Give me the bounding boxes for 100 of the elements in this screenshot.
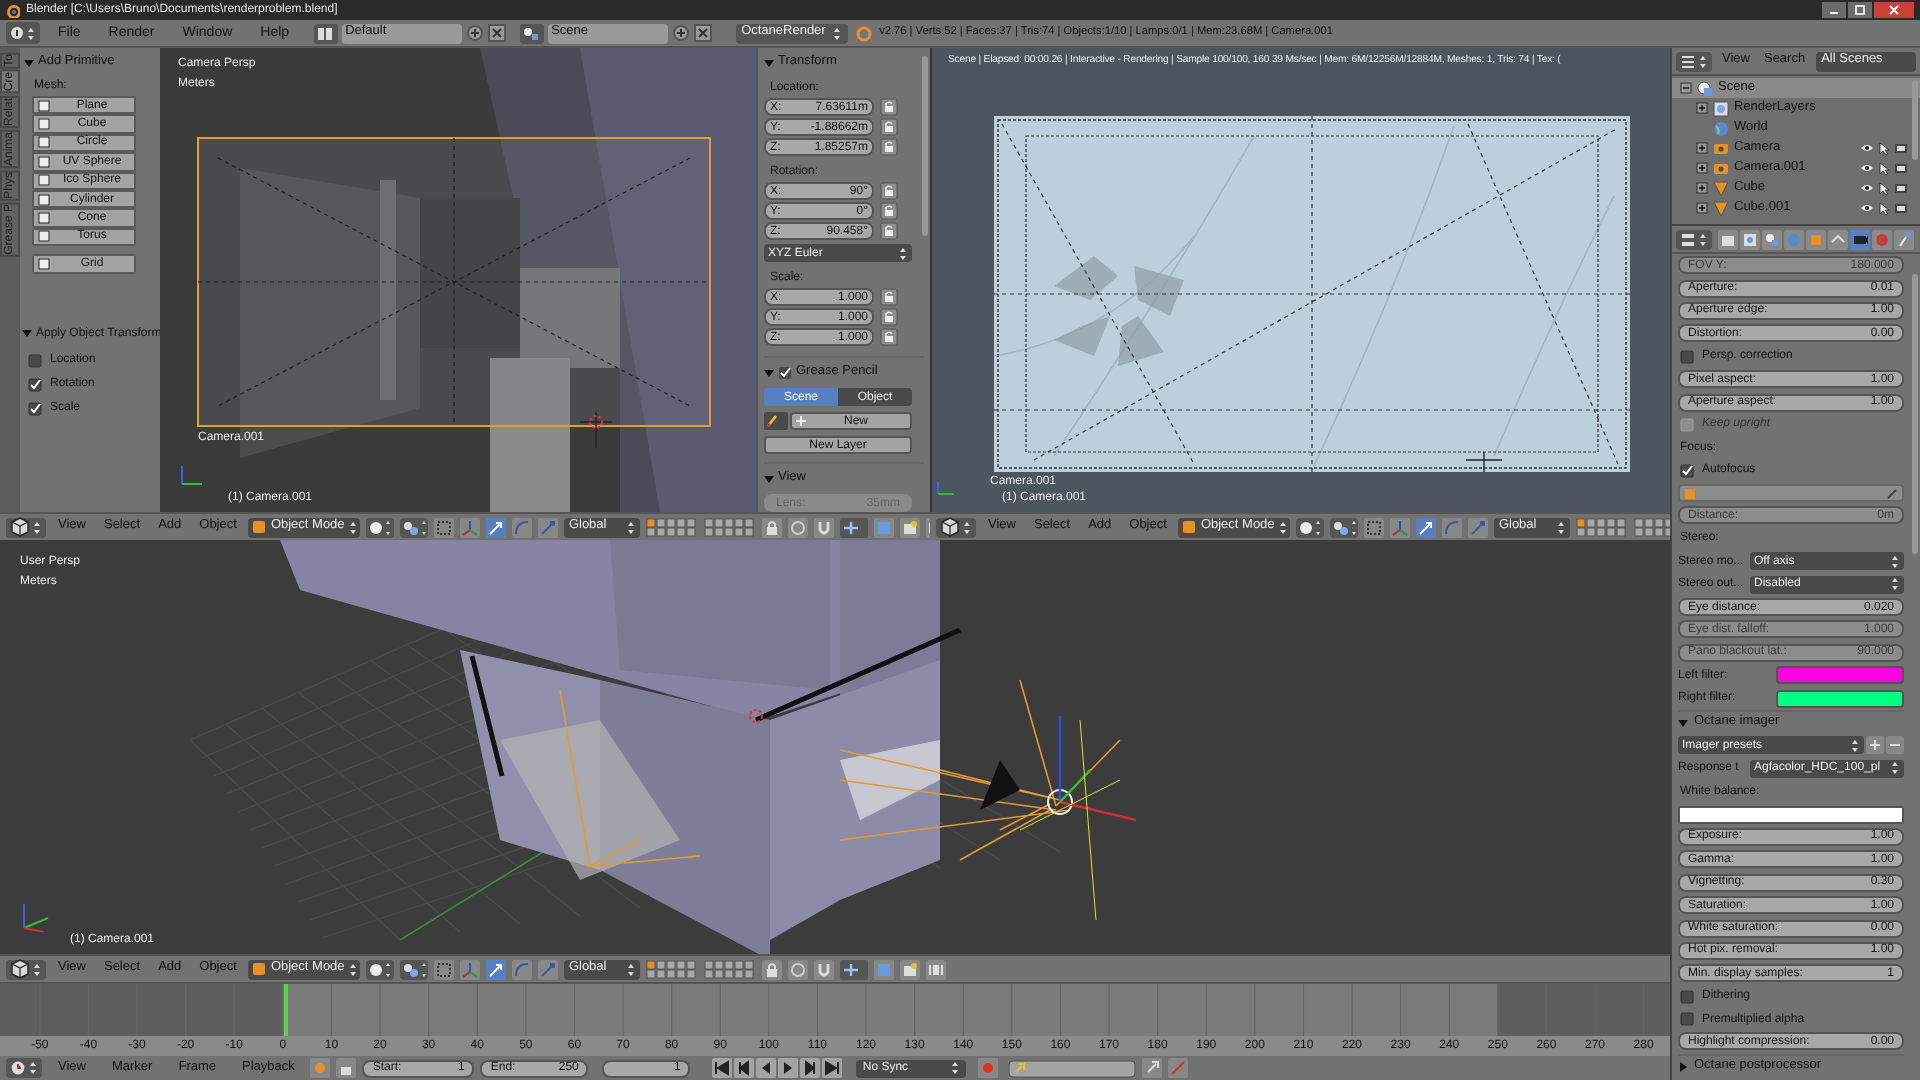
editor-type-button[interactable] [1676, 229, 1712, 249]
add-preset-icon[interactable] [1866, 736, 1884, 755]
move-arrow-icon[interactable] [1416, 517, 1437, 537]
expand-toggle-icon[interactable] [1696, 202, 1708, 214]
color-swatch[interactable] [1678, 805, 1904, 824]
editor-type-button[interactable] [936, 517, 976, 537]
snap-element-icon[interactable] [840, 959, 869, 980]
collapsed-triangle-icon[interactable] [1678, 1061, 1688, 1072]
minimize-icon[interactable] [1822, 2, 1846, 18]
scrollbar[interactable] [1912, 80, 1918, 160]
expanded-triangle-icon[interactable] [764, 474, 774, 484]
render-layers-icon[interactable] [1740, 229, 1760, 249]
updown-icon [1890, 760, 1900, 777]
cube-icon [252, 520, 267, 534]
editor-type-button[interactable] [1676, 51, 1712, 71]
layout-icon[interactable] [313, 23, 338, 43]
updown-icon [626, 519, 637, 535]
snap-element-icon[interactable] [840, 517, 869, 537]
proportional-edit-icon[interactable] [788, 517, 809, 537]
checkbox[interactable] [28, 353, 42, 367]
proportional-edit-icon[interactable] [788, 959, 809, 980]
select-box-icon[interactable] [434, 959, 455, 980]
select-box-icon[interactable] [1364, 517, 1385, 537]
expanded-triangle-icon[interactable] [22, 328, 32, 338]
layer-grid[interactable] [646, 959, 699, 980]
layer-grid[interactable] [646, 517, 699, 537]
expand-toggle-icon[interactable] [1696, 182, 1708, 194]
opengl-render-icon[interactable] [900, 959, 921, 980]
add-icon[interactable] [671, 24, 690, 42]
scrollbar[interactable] [922, 56, 928, 236]
pivot-icon[interactable] [1330, 517, 1359, 537]
expanded-triangle-icon[interactable] [24, 58, 34, 68]
updown-icon [898, 245, 908, 261]
checkbox[interactable] [1680, 463, 1694, 478]
scene-icon [1696, 79, 1714, 97]
updown-icon [1278, 519, 1289, 535]
scene-icon[interactable] [519, 23, 544, 43]
move-arrow-icon[interactable] [486, 959, 507, 980]
close-icon[interactable] [1874, 2, 1914, 18]
move-arrow-icon[interactable] [486, 517, 507, 537]
pivot-icon[interactable] [400, 517, 429, 537]
eye-icon[interactable] [1860, 182, 1874, 194]
list-icon [1680, 53, 1696, 69]
eye-icon[interactable] [1860, 142, 1874, 154]
checkbox[interactable] [1680, 989, 1694, 1004]
updown-icon [831, 25, 842, 41]
close-icon[interactable] [487, 24, 506, 42]
expand-toggle-icon[interactable] [1696, 102, 1708, 114]
expand-toggle-icon[interactable] [1680, 82, 1692, 94]
eye-icon[interactable] [1860, 202, 1874, 214]
axis-gizmo-icon [936, 476, 956, 496]
editor-type-button[interactable] [6, 22, 40, 44]
play-icon[interactable] [778, 1058, 799, 1079]
updown-icon [626, 961, 637, 978]
editor-type-button[interactable] [6, 959, 46, 980]
layer-grid[interactable] [1576, 517, 1629, 537]
maximize-icon[interactable] [1848, 2, 1872, 18]
updown-icon [28, 1060, 38, 1077]
snap-magnet-icon[interactable] [814, 517, 835, 537]
editor-type-button[interactable] [6, 1058, 42, 1079]
remove-preset-icon[interactable] [1886, 736, 1904, 755]
scene-icon[interactable] [1762, 229, 1782, 249]
checkbox[interactable] [1680, 349, 1694, 364]
close-icon[interactable] [693, 24, 712, 42]
checkbox[interactable] [28, 401, 42, 415]
clock-icon [10, 1060, 26, 1077]
pencil-color-icon[interactable] [764, 412, 788, 430]
expanded-triangle-icon[interactable] [764, 368, 774, 378]
expand-toggle-icon[interactable] [1696, 162, 1708, 174]
editor-type-button[interactable] [6, 517, 46, 537]
expand-toggle-icon[interactable] [1696, 142, 1708, 154]
expanded-triangle-icon[interactable] [764, 58, 774, 68]
checkbox[interactable] [28, 377, 42, 391]
camera-icon [1712, 139, 1730, 157]
color-swatch[interactable] [1776, 689, 1904, 708]
camera-data-icon[interactable] [1850, 229, 1870, 249]
layer-grid[interactable] [704, 517, 757, 537]
layer-grid[interactable] [704, 959, 757, 980]
jump-start-icon[interactable] [712, 1058, 733, 1079]
snap-magnet-icon[interactable] [814, 959, 835, 980]
physics-icon[interactable] [1894, 229, 1914, 249]
prev-keyframe-icon[interactable] [734, 1058, 755, 1079]
color-swatch[interactable] [1776, 666, 1904, 685]
jump-end-icon[interactable] [822, 1058, 843, 1079]
scrollbar[interactable] [1912, 274, 1918, 554]
checkbox[interactable] [1680, 1012, 1694, 1027]
eye-icon[interactable] [1860, 162, 1874, 174]
opengl-animation-icon[interactable] [926, 959, 947, 980]
play-reverse-icon[interactable] [756, 1058, 777, 1079]
opengl-render-icon[interactable] [900, 517, 921, 537]
select-box-icon[interactable] [434, 517, 455, 537]
updown-icon [26, 25, 36, 41]
updown-icon [950, 1060, 961, 1077]
expanded-triangle-icon[interactable] [1678, 718, 1688, 728]
pivot-icon[interactable] [400, 959, 429, 980]
keying-set-field[interactable] [1008, 1059, 1137, 1078]
axis-gizmo-icon [20, 900, 52, 932]
next-keyframe-icon[interactable] [800, 1058, 821, 1079]
add-icon[interactable] [465, 24, 484, 42]
object-field[interactable] [1678, 484, 1904, 503]
